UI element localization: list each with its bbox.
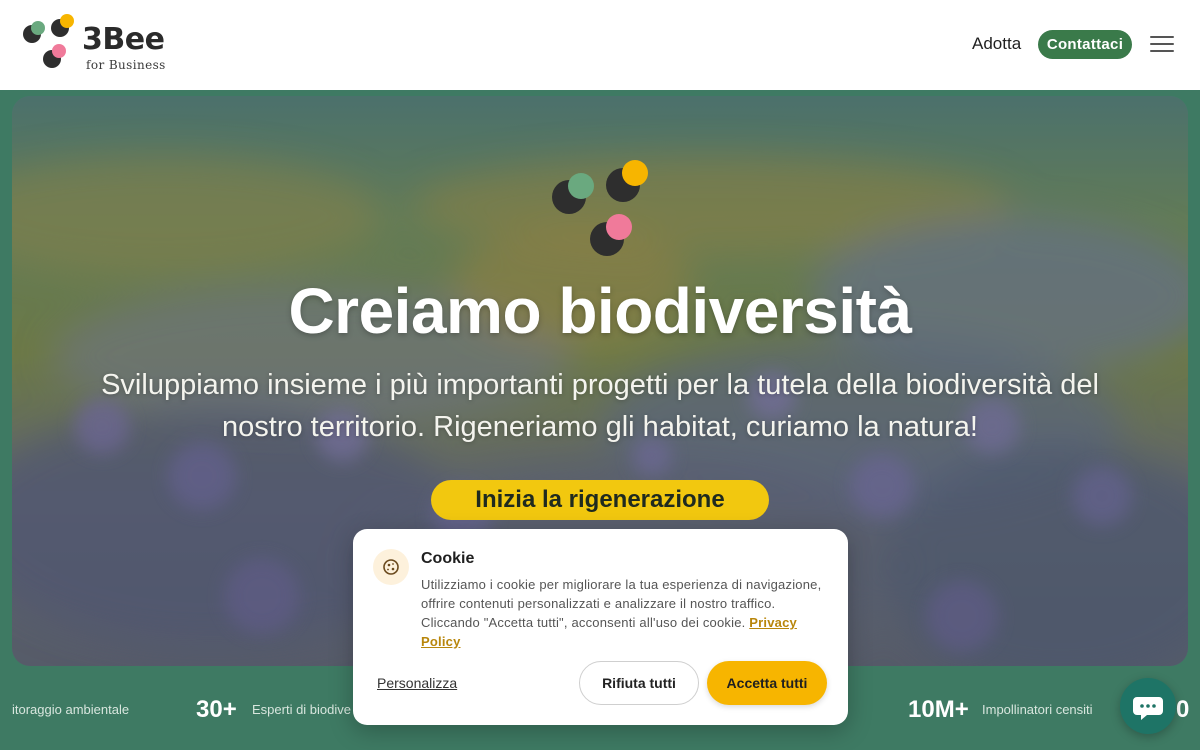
stat-label: Esperti di biodive [252, 702, 351, 717]
stat-number: 10M+ [908, 696, 969, 723]
stat-label: Impollinatori censiti [982, 702, 1093, 717]
hero-subtitle: Sviluppiamo insieme i più importanti pro… [101, 369, 1099, 443]
cookie-consent-dialog: Cookie Utilizziamo i cookie per migliora… [353, 529, 848, 725]
brand-logo[interactable]: 3Bee for Business [22, 14, 172, 76]
chat-widget-button[interactable] [1120, 678, 1176, 734]
customize-cookies-button[interactable]: Personalizza [377, 675, 457, 691]
cookie-icon [373, 549, 409, 585]
start-regeneration-button[interactable]: Inizia la rigenerazione [431, 480, 769, 520]
logo-dots-icon [552, 160, 648, 256]
nav-link-adotta[interactable]: Adotta [972, 34, 1021, 54]
chat-bubble-icon [1133, 697, 1163, 720]
hero-title: Creiamo biodiversità [288, 275, 912, 347]
cookie-title: Cookie [421, 550, 475, 567]
hamburger-menu-icon[interactable] [1150, 36, 1174, 54]
logo-subtitle: for Business [86, 58, 166, 72]
cookie-description: Utilizziamo i cookie per migliorare la t… [421, 575, 825, 651]
site-header: 3Bee for Business Adotta Contattaci [0, 0, 1200, 90]
contact-button[interactable]: Contattaci [1038, 30, 1132, 59]
stat-number: 30+ [196, 696, 237, 723]
logo-dots-icon [23, 14, 74, 68]
stat-number: 0 [1176, 696, 1190, 723]
logo-wordmark: 3Bee [82, 22, 165, 57]
accept-all-button[interactable]: Accetta tutti [707, 661, 827, 705]
reject-all-button[interactable]: Rifiuta tutti [579, 661, 699, 705]
stat-label: itoraggio ambientale [12, 702, 130, 717]
